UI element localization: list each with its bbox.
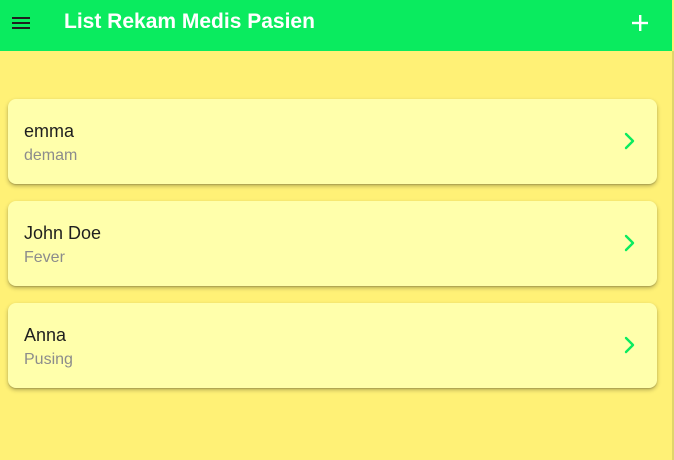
plus-icon xyxy=(632,15,648,31)
page-title: List Rekam Medis Pasien xyxy=(64,10,315,33)
patient-condition: demam xyxy=(24,147,78,164)
patient-name: emma xyxy=(24,121,75,141)
patient-card[interactable]: emma demam xyxy=(8,99,657,184)
patient-list: emma demam John Doe Fever Anna Pusing xyxy=(8,99,657,405)
add-patient-button[interactable] xyxy=(626,11,654,35)
app-bar: List Rekam Medis Pasien xyxy=(0,0,672,51)
patient-card[interactable]: John Doe Fever xyxy=(8,201,657,286)
patient-card[interactable]: Anna Pusing xyxy=(8,303,657,388)
chevron-right-icon xyxy=(620,233,640,253)
chevron-right-icon xyxy=(620,335,640,355)
patient-condition: Pusing xyxy=(24,351,73,368)
patient-name: John Doe xyxy=(24,223,102,243)
patient-condition: Fever xyxy=(24,249,65,266)
chevron-right-icon xyxy=(620,131,640,151)
menu-icon xyxy=(12,17,30,29)
patient-name: Anna xyxy=(24,325,67,345)
menu-button[interactable] xyxy=(8,11,32,35)
